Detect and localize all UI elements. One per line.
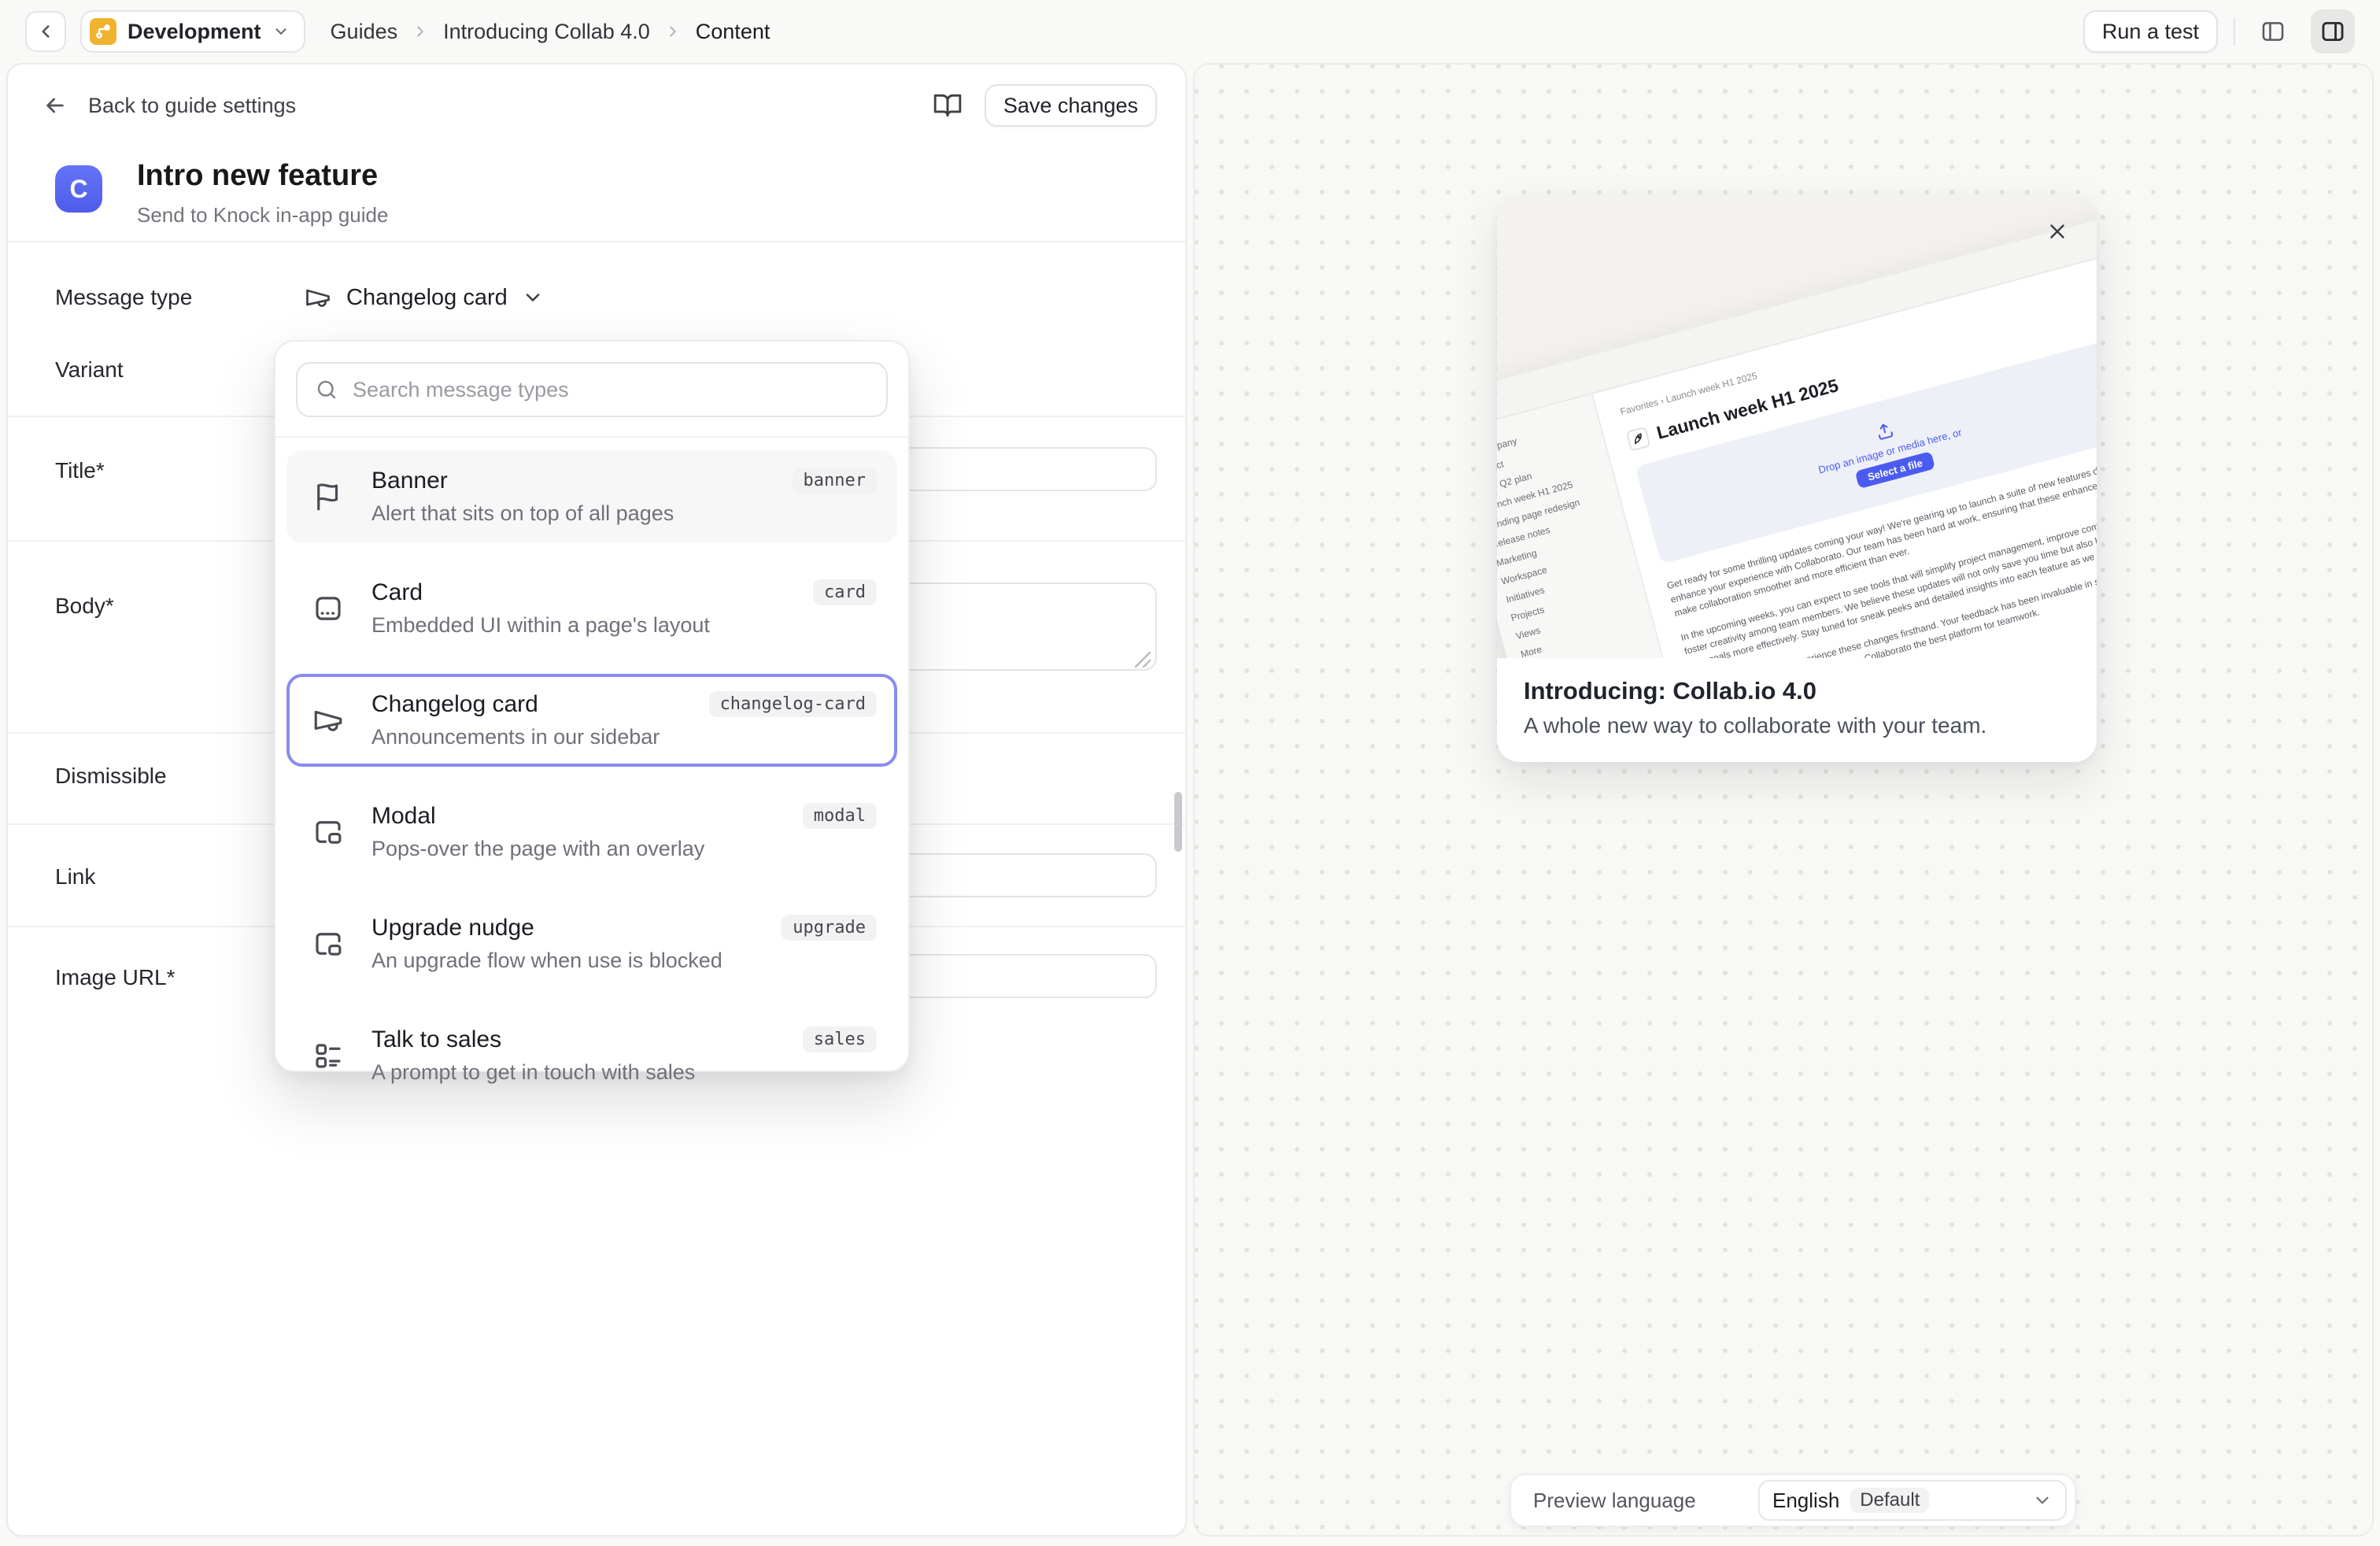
preview-language-label: Preview language [1533, 1489, 1743, 1513]
option-badge: changelog-card [709, 691, 877, 717]
run-test-button[interactable]: Run a test [2083, 10, 2218, 53]
back-to-guide-settings-label: Back to guide settings [88, 94, 296, 118]
link-label: Link [55, 864, 95, 890]
back-button[interactable] [25, 11, 66, 52]
title-label: Title* [55, 458, 105, 483]
embedded-screenshot: Share All company Product 2025 Q2 plan L… [1497, 195, 2097, 658]
message-type-label: Message type [55, 285, 192, 310]
message-type-dropdown: Banner Alert that sits on top of all pag… [274, 340, 910, 1072]
variant-label: Variant [55, 357, 124, 383]
docs-button[interactable] [933, 91, 963, 120]
card-icon [312, 592, 346, 625]
body-label: Body* [55, 594, 114, 619]
environment-label: Development [128, 20, 261, 44]
top-bar-actions: Run a test [2083, 9, 2355, 54]
option-banner[interactable]: Banner Alert that sits on top of all pag… [286, 450, 897, 543]
save-changes-button[interactable]: Save changes [985, 84, 1157, 127]
option-title: Card [371, 578, 710, 608]
upload-icon [1873, 420, 1896, 443]
language-default-badge: Default [1850, 1488, 1929, 1513]
option-changelog-card[interactable]: Changelog card Announcements in our side… [286, 674, 897, 767]
message-type-list: Banner Alert that sits on top of all pag… [275, 438, 908, 1134]
guide-header: Back to guide settings Save changes C In… [8, 65, 1185, 242]
option-description: Alert that sits on top of all pages [371, 499, 674, 527]
search-box [296, 362, 888, 417]
top-bar: Development Guides Introducing Collab 4.… [0, 0, 2380, 63]
option-upgrade-nudge[interactable]: Upgrade nudge An upgrade flow when use i… [286, 897, 897, 990]
option-badge: card [813, 579, 877, 605]
back-to-guide-settings-link[interactable]: Back to guide settings [42, 93, 296, 118]
chevron-left-icon [35, 21, 56, 42]
guide-subtitle: Send to Knock in-app guide [137, 203, 388, 227]
scrollbar-thumb[interactable] [1174, 792, 1182, 852]
megaphone-icon [312, 704, 346, 737]
megaphone-icon [304, 283, 332, 312]
option-description: Pops-over the page with an overlay [371, 834, 704, 863]
modal-icon [312, 816, 346, 849]
left-panel-toggle-button[interactable] [2251, 9, 2295, 54]
close-icon[interactable] [2040, 214, 2075, 249]
book-open-icon [933, 91, 963, 120]
environment-selector[interactable]: Development [80, 10, 305, 53]
flag-icon [312, 480, 346, 513]
option-description: An upgrade flow when use is blocked [371, 946, 722, 975]
guide-avatar: C [55, 165, 102, 213]
option-card[interactable]: Card Embedded UI within a page's layout … [286, 562, 897, 655]
preview-card-subtitle: A whole new way to collaborate with your… [1524, 713, 2070, 738]
breadcrumb-guide-name[interactable]: Introducing Collab 4.0 [443, 20, 650, 44]
option-title: Talk to sales [371, 1025, 695, 1055]
guide-title: Intro new feature [137, 159, 378, 193]
chevron-down-icon [272, 23, 290, 40]
option-badge: banner [793, 468, 877, 494]
message-type-select[interactable]: Changelog card [304, 276, 544, 320]
option-badge: modal [803, 803, 877, 829]
preview-media: Share All company Product 2025 Q2 plan L… [1497, 195, 2097, 658]
changelog-preview-card: Share All company Product 2025 Q2 plan L… [1497, 195, 2097, 762]
search-icon [315, 378, 338, 401]
preview-card-body: Introducing: Collab.io 4.0 A whole new w… [1497, 658, 2097, 757]
toolbar-divider [2234, 17, 2235, 46]
option-title: Upgrade nudge [371, 913, 722, 943]
panel-right-icon [2319, 18, 2346, 45]
chevron-down-icon [522, 287, 544, 309]
option-badge: upgrade [782, 915, 877, 941]
image-url-label: Image URL* [55, 965, 176, 990]
list-icon [312, 1039, 346, 1072]
breadcrumb-separator-icon [412, 23, 429, 40]
dismissible-label: Dismissible [55, 764, 167, 789]
preview-language-bar: Preview language English Default [1510, 1474, 2076, 1527]
breadcrumb-content[interactable]: Content [696, 20, 771, 44]
preview-panel: Share All company Product 2025 Q2 plan L… [1193, 63, 2374, 1537]
breadcrumb-guides[interactable]: Guides [331, 20, 398, 44]
preview-card-title: Introducing: Collab.io 4.0 [1524, 677, 2070, 705]
option-description: Announcements in our sidebar [371, 723, 660, 751]
option-description: A prompt to get in touch with sales [371, 1058, 695, 1086]
option-modal[interactable]: Modal Pops-over the page with an overlay… [286, 786, 897, 878]
option-title: Banner [371, 466, 674, 496]
upgrade-nudge-icon [312, 927, 346, 960]
textarea-resize-handle[interactable] [1135, 652, 1151, 668]
preview-language-select[interactable]: English Default [1758, 1480, 2067, 1521]
breadcrumb: Guides Introducing Collab 4.0 Content [331, 20, 771, 44]
panel-left-icon [2260, 18, 2286, 45]
environment-icon [90, 18, 116, 45]
option-title: Changelog card [371, 690, 660, 719]
option-description: Embedded UI within a page's layout [371, 611, 710, 639]
search-input[interactable] [353, 378, 869, 402]
message-type-value: Changelog card [346, 285, 508, 311]
chevron-down-icon [2032, 1490, 2053, 1511]
language-value: English [1772, 1489, 1839, 1513]
rocket-icon [1626, 426, 1651, 451]
arrow-left-icon [42, 93, 68, 118]
option-title: Modal [371, 801, 704, 831]
right-panel-toggle-button[interactable] [2311, 9, 2355, 54]
option-badge: sales [803, 1026, 877, 1052]
option-talk-to-sales[interactable]: Talk to sales A prompt to get in touch w… [286, 1009, 897, 1102]
app-window: Development Guides Introducing Collab 4.… [0, 0, 2380, 1546]
breadcrumb-separator-icon [664, 23, 682, 40]
